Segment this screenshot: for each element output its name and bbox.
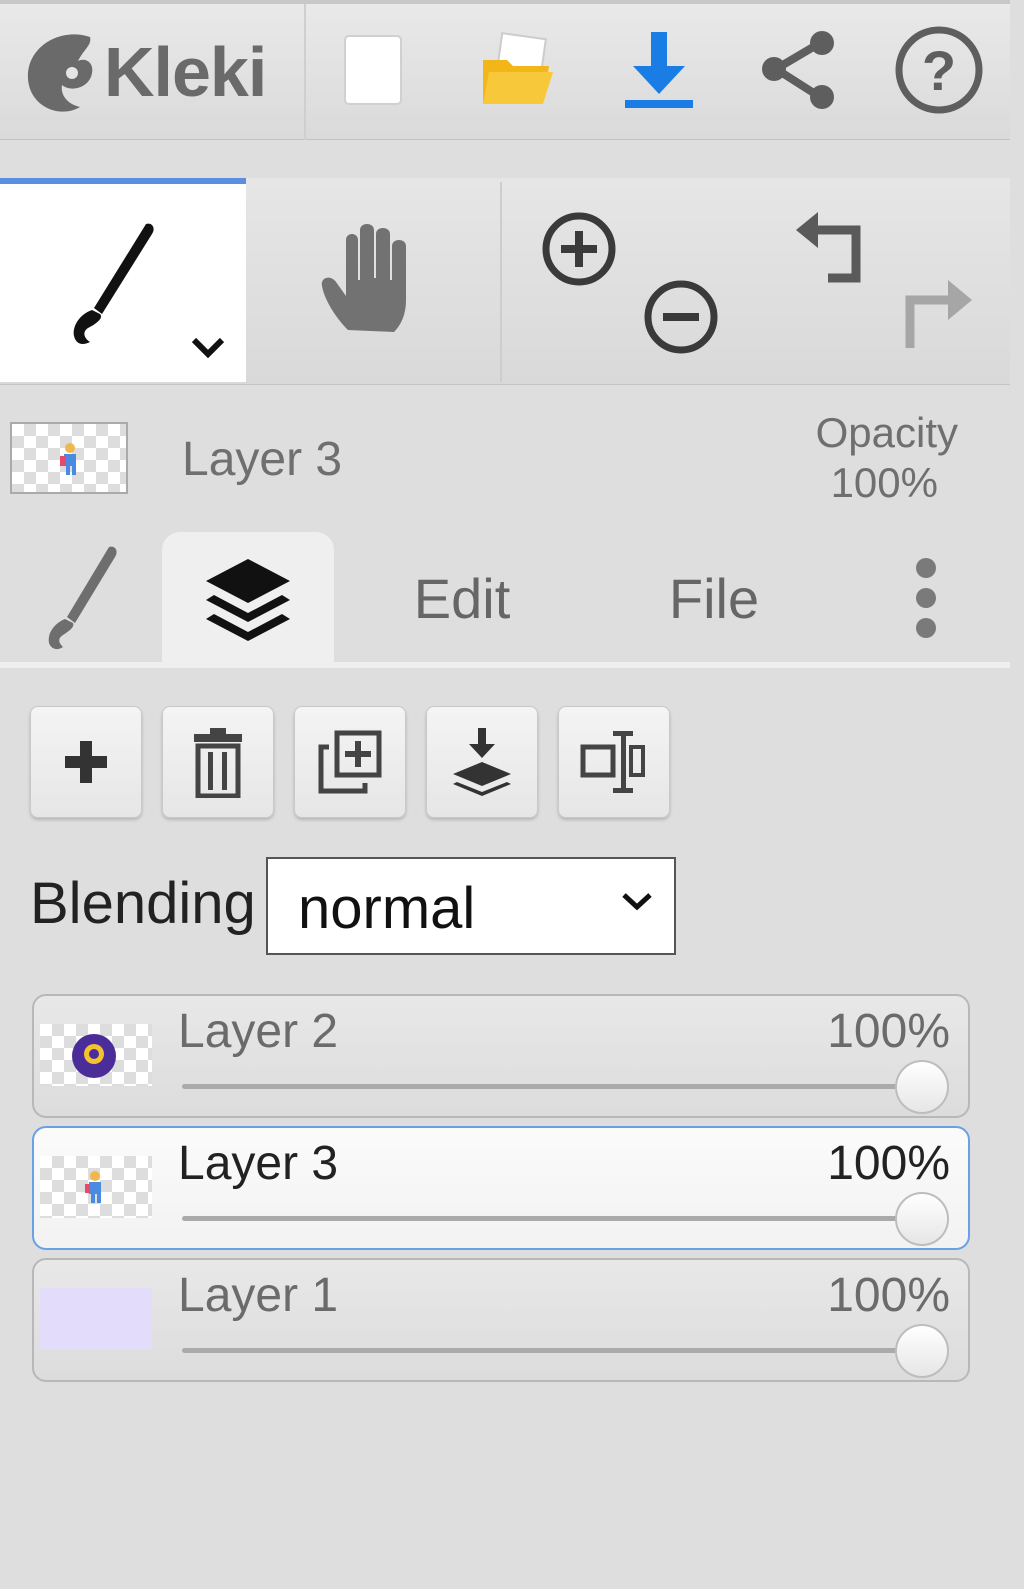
- blank-page-icon: [344, 35, 402, 105]
- blending-label: Blending: [30, 871, 256, 936]
- layer-figure-icon: [60, 443, 76, 475]
- hand-icon: [321, 224, 406, 332]
- layer-figure-icon: [85, 1171, 101, 1203]
- redo-button[interactable]: [892, 270, 978, 356]
- brush-tool-button[interactable]: [0, 178, 246, 382]
- new-image-button[interactable]: [318, 20, 428, 120]
- layer-opacity-value: 100%: [827, 1005, 950, 1058]
- brush-icon: [48, 546, 117, 650]
- rename-layer-button[interactable]: [558, 706, 670, 818]
- layer-thumbnail: [40, 1024, 152, 1086]
- hand-tool-button[interactable]: [246, 178, 500, 382]
- plus-icon: [65, 741, 107, 783]
- kleki-logo-icon: [27, 34, 93, 112]
- delete-layer-button[interactable]: [162, 706, 274, 818]
- tab-edit[interactable]: Edit: [362, 532, 562, 664]
- zoom-in-icon: [542, 212, 616, 286]
- toolbar-divider: [304, 4, 306, 140]
- help-icon: ?: [895, 26, 983, 114]
- tab-brush[interactable]: [0, 532, 162, 664]
- tab-file[interactable]: File: [614, 532, 814, 664]
- layer-opacity-slider-handle[interactable]: [895, 1060, 949, 1114]
- duplicate-icon: [318, 730, 382, 794]
- layer-name: Layer 2: [178, 1005, 339, 1058]
- save-image-button[interactable]: [604, 20, 714, 120]
- panel-tabs: Edit File: [0, 532, 1010, 664]
- layer-item-layer-2[interactable]: Layer 2 100%: [32, 994, 970, 1118]
- current-layer-info: Layer 3 Opacity 100%: [0, 384, 1010, 532]
- trash-icon: [194, 728, 242, 798]
- current-layer-name: Layer 3: [182, 433, 343, 486]
- duplicate-layer-button[interactable]: [294, 706, 406, 818]
- current-layer-thumbnail: [10, 422, 128, 494]
- folder-icon: [483, 32, 553, 104]
- layers-icon: [206, 559, 290, 641]
- current-layer-opacity[interactable]: Opacity 100%: [758, 408, 958, 508]
- layer-thumbnail: [40, 1156, 152, 1218]
- layer-name: Layer 1: [178, 1269, 339, 1322]
- layer-art-icon: [72, 1034, 116, 1078]
- brush-icon: [73, 223, 154, 344]
- zoom-in-button[interactable]: [536, 206, 622, 292]
- layer-opacity-slider[interactable]: [182, 1084, 922, 1089]
- layer-item-layer-3[interactable]: Layer 3 100%: [32, 1126, 970, 1250]
- undo-icon: [796, 212, 861, 283]
- tool-row-divider: [500, 182, 502, 382]
- add-layer-button[interactable]: [30, 706, 142, 818]
- layer-name: Layer 3: [178, 1137, 339, 1190]
- merge-down-icon: [453, 728, 511, 796]
- tab-more[interactable]: [880, 532, 972, 664]
- share-button[interactable]: [744, 20, 854, 120]
- layer-opacity-value: 100%: [827, 1269, 950, 1322]
- layer-opacity-value: 100%: [827, 1137, 950, 1190]
- open-image-button[interactable]: [462, 20, 572, 120]
- share-icon: [762, 31, 834, 109]
- help-button[interactable]: ?: [884, 20, 994, 120]
- tab-underline: [0, 662, 1010, 668]
- svg-text:?: ?: [922, 39, 956, 102]
- zoom-out-button[interactable]: [638, 274, 724, 360]
- layer-opacity-slider-handle[interactable]: [895, 1324, 949, 1378]
- blending-value: normal: [298, 876, 476, 941]
- undo-button[interactable]: [790, 204, 876, 290]
- tab-layers[interactable]: [162, 532, 334, 664]
- chevron-down-icon: [622, 893, 652, 911]
- opacity-label: Opacity: [815, 409, 958, 456]
- layer-opacity-slider[interactable]: [182, 1348, 922, 1353]
- layer-item-layer-1[interactable]: Layer 1 100%: [32, 1258, 970, 1382]
- layer-opacity-slider-handle[interactable]: [895, 1192, 949, 1246]
- redo-icon: [905, 280, 972, 348]
- layer-thumbnail: [40, 1288, 152, 1350]
- layer-opacity-slider[interactable]: [182, 1216, 922, 1221]
- merge-down-button[interactable]: [426, 706, 538, 818]
- app-name: Kleki: [104, 33, 267, 111]
- app-logo: Kleki: [20, 24, 280, 120]
- chevron-down-icon: [191, 337, 225, 359]
- rename-icon: [580, 731, 645, 793]
- kebab-menu-icon: [916, 558, 936, 638]
- zoom-out-icon: [644, 280, 718, 354]
- opacity-value: 100%: [830, 459, 938, 506]
- download-icon: [625, 32, 693, 108]
- blending-select[interactable]: normal: [266, 857, 676, 955]
